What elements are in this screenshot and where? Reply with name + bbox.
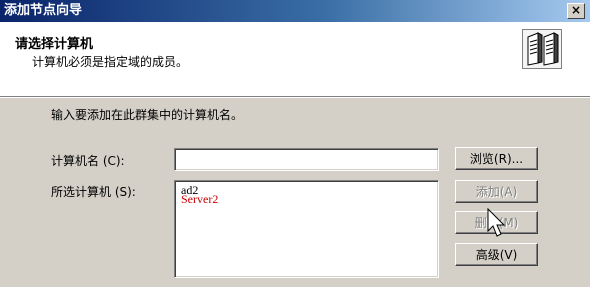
computer-name-field[interactable] (174, 148, 439, 171)
mouse-pointer-icon (487, 208, 506, 237)
wizard-header: 请选择计算机 计算机必须是指定域的成员。 (0, 22, 590, 97)
selected-computers-list[interactable]: ad2 Server2 (174, 180, 439, 278)
instruction-text: 输入要添加在此群集中的计算机名。 (51, 108, 244, 122)
computer-name-label: 计算机名 (C): (51, 154, 125, 168)
page-subtitle: 计算机必须是指定域的成员。 (32, 55, 189, 69)
selected-computers-label: 所选计算机 (S): (51, 185, 136, 199)
title-bar[interactable]: 添加节点向导 × (0, 0, 590, 22)
add-button[interactable]: 添加(A) (455, 180, 538, 203)
computers-icon (522, 29, 562, 69)
window-title: 添加节点向导 (4, 3, 83, 18)
page-heading: 请选择计算机 (15, 37, 94, 52)
list-item[interactable]: Server2 (181, 193, 218, 205)
computer-name-input[interactable] (179, 150, 434, 169)
close-button[interactable]: × (567, 3, 585, 19)
header-divider (0, 97, 590, 98)
advanced-button[interactable]: 高级(V) (455, 243, 538, 266)
browse-button[interactable]: 浏览(R)... (455, 147, 538, 170)
add-node-wizard-window: 添加节点向导 × 请选择计算机 计算机必须是指定域的成员。 输入要添加在此群集中… (0, 0, 590, 287)
